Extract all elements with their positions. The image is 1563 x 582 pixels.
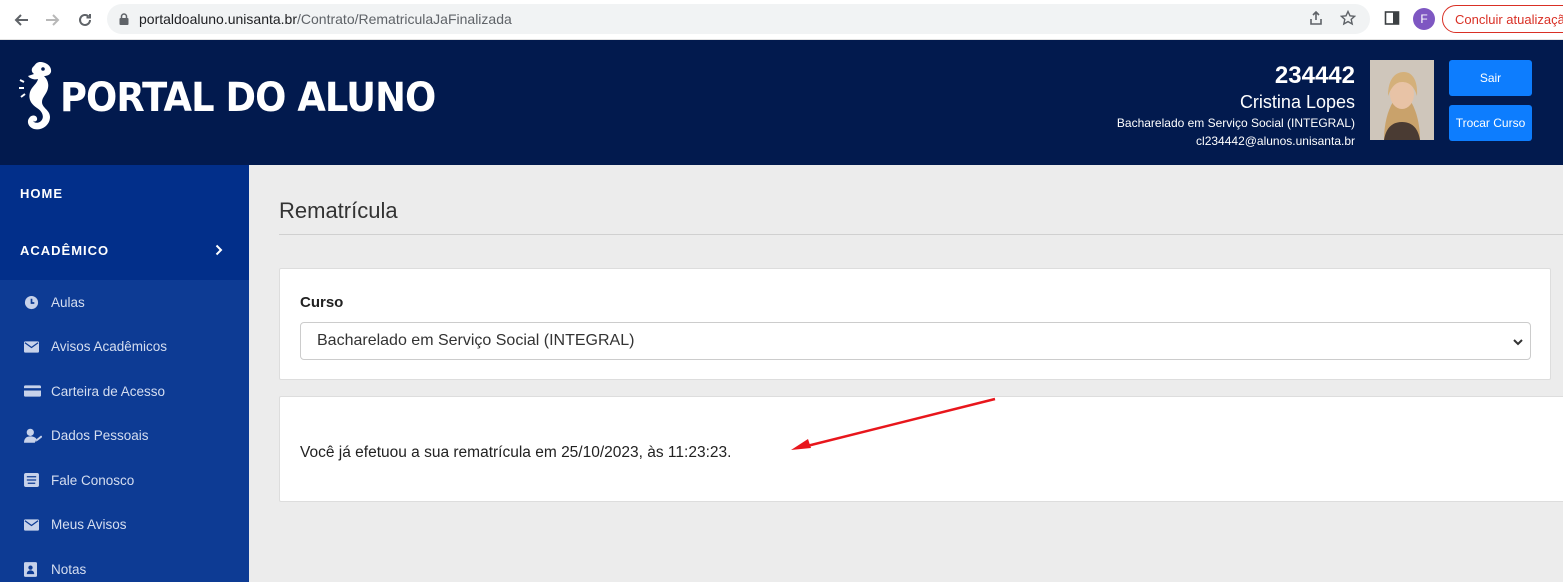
portal-header: PORTAL DO ALUNO 234442 Cristina Lopes Ba…: [0, 40, 1563, 165]
sidebar-item-label: Avisos Acadêmicos: [51, 339, 168, 355]
logout-button[interactable]: Sair: [1449, 60, 1532, 96]
sidebar-item-aulas[interactable]: Aulas: [0, 280, 249, 325]
profile-avatar[interactable]: F: [1413, 8, 1435, 30]
sidebar-item-label: Notas: [51, 561, 87, 577]
card-icon: [24, 385, 42, 397]
share-icon[interactable]: [1308, 10, 1324, 29]
address-bar[interactable]: portaldoaluno.unisanta.br/Contrato/Remat…: [107, 4, 1370, 34]
course-select[interactable]: Bacharelado em Serviço Social (INTEGRAL): [300, 322, 1531, 360]
main-content: Rematrícula Curso Bacharelado em Serviço…: [249, 165, 1563, 582]
reload-icon[interactable]: [71, 6, 99, 34]
logo-text: PORTAL DO ALUNO: [60, 75, 436, 121]
sidebar-item-fale-conosco[interactable]: Fale Conosco: [0, 458, 249, 503]
sidebar-item-label: Fale Conosco: [51, 472, 135, 488]
notebook-icon: [24, 561, 42, 577]
change-course-button[interactable]: Trocar Curso: [1449, 105, 1532, 141]
sidebar-item-avisos-academicos[interactable]: Avisos Acadêmicos: [0, 325, 249, 370]
course-label: Curso: [300, 294, 344, 311]
student-course: Bacharelado em Serviço Social (INTEGRAL): [1116, 116, 1355, 130]
title-divider: [279, 234, 1563, 235]
student-id: 234442: [1274, 62, 1355, 89]
forward-arrow-icon[interactable]: [39, 6, 67, 34]
update-button[interactable]: Concluir atualização: [1442, 5, 1563, 33]
url-path: /Contrato/RematriculaJaFinalizada: [297, 11, 512, 27]
clock-icon: [24, 295, 42, 310]
user-edit-icon: [24, 428, 42, 443]
sidebar-item-label: Dados Pessoais: [51, 428, 149, 444]
user-info: 234442 Cristina Lopes Bacharelado em Ser…: [1117, 62, 1355, 150]
envelope-icon: [24, 341, 42, 353]
sidebar: HOME ACADÊMICO Aulas Avisos Acadêmicos C…: [0, 165, 249, 582]
student-photo: [1370, 60, 1434, 140]
back-arrow-icon[interactable]: [7, 6, 35, 34]
student-email: cl234442@alunos.unisanta.br: [1196, 134, 1355, 148]
confirmation-message: Você já efetuou a sua rematrícula em 25/…: [300, 444, 732, 461]
sidebar-item-academico[interactable]: ACADÊMICO: [0, 222, 249, 279]
browser-toolbar: portaldoaluno.unisanta.br/Contrato/Remat…: [0, 0, 1563, 40]
envelope-icon: [24, 519, 42, 531]
sidebar-item-home[interactable]: HOME: [0, 165, 249, 222]
chevron-right-icon: [215, 243, 223, 259]
page-title: Rematrícula: [279, 198, 398, 223]
portal-logo[interactable]: PORTAL DO ALUNO: [18, 58, 468, 138]
inbox-icon: [24, 473, 42, 488]
sidebar-item-label: Carteira de Acesso: [51, 383, 166, 399]
sidebar-item-label: Meus Avisos: [51, 517, 127, 533]
sidebar-item-dados-pessoais[interactable]: Dados Pessoais: [0, 414, 249, 459]
sidebar-item-label: Aulas: [51, 294, 85, 310]
side-panel-icon[interactable]: [1384, 10, 1400, 31]
sidebar-item-meus-avisos[interactable]: Meus Avisos: [0, 503, 249, 548]
chevron-down-icon: [1512, 335, 1524, 353]
sidebar-home-label: HOME: [20, 186, 63, 201]
sidebar-item-carteira[interactable]: Carteira de Acesso: [0, 369, 249, 414]
url-host: portaldoaluno.unisanta.br: [139, 11, 298, 27]
course-select-value: Bacharelado em Serviço Social (INTEGRAL): [317, 332, 635, 349]
annotation-arrow: [791, 397, 996, 450]
student-name: Cristina Lopes: [1239, 92, 1355, 112]
lock-icon: [119, 13, 129, 25]
course-card: Curso Bacharelado em Serviço Social (INT…: [279, 268, 1551, 380]
sidebar-item-notas[interactable]: Notas: [0, 547, 249, 582]
star-icon[interactable]: [1339, 9, 1357, 29]
seahorse-icon: [19, 62, 52, 130]
sidebar-academico-label: ACADÊMICO: [20, 243, 110, 258]
